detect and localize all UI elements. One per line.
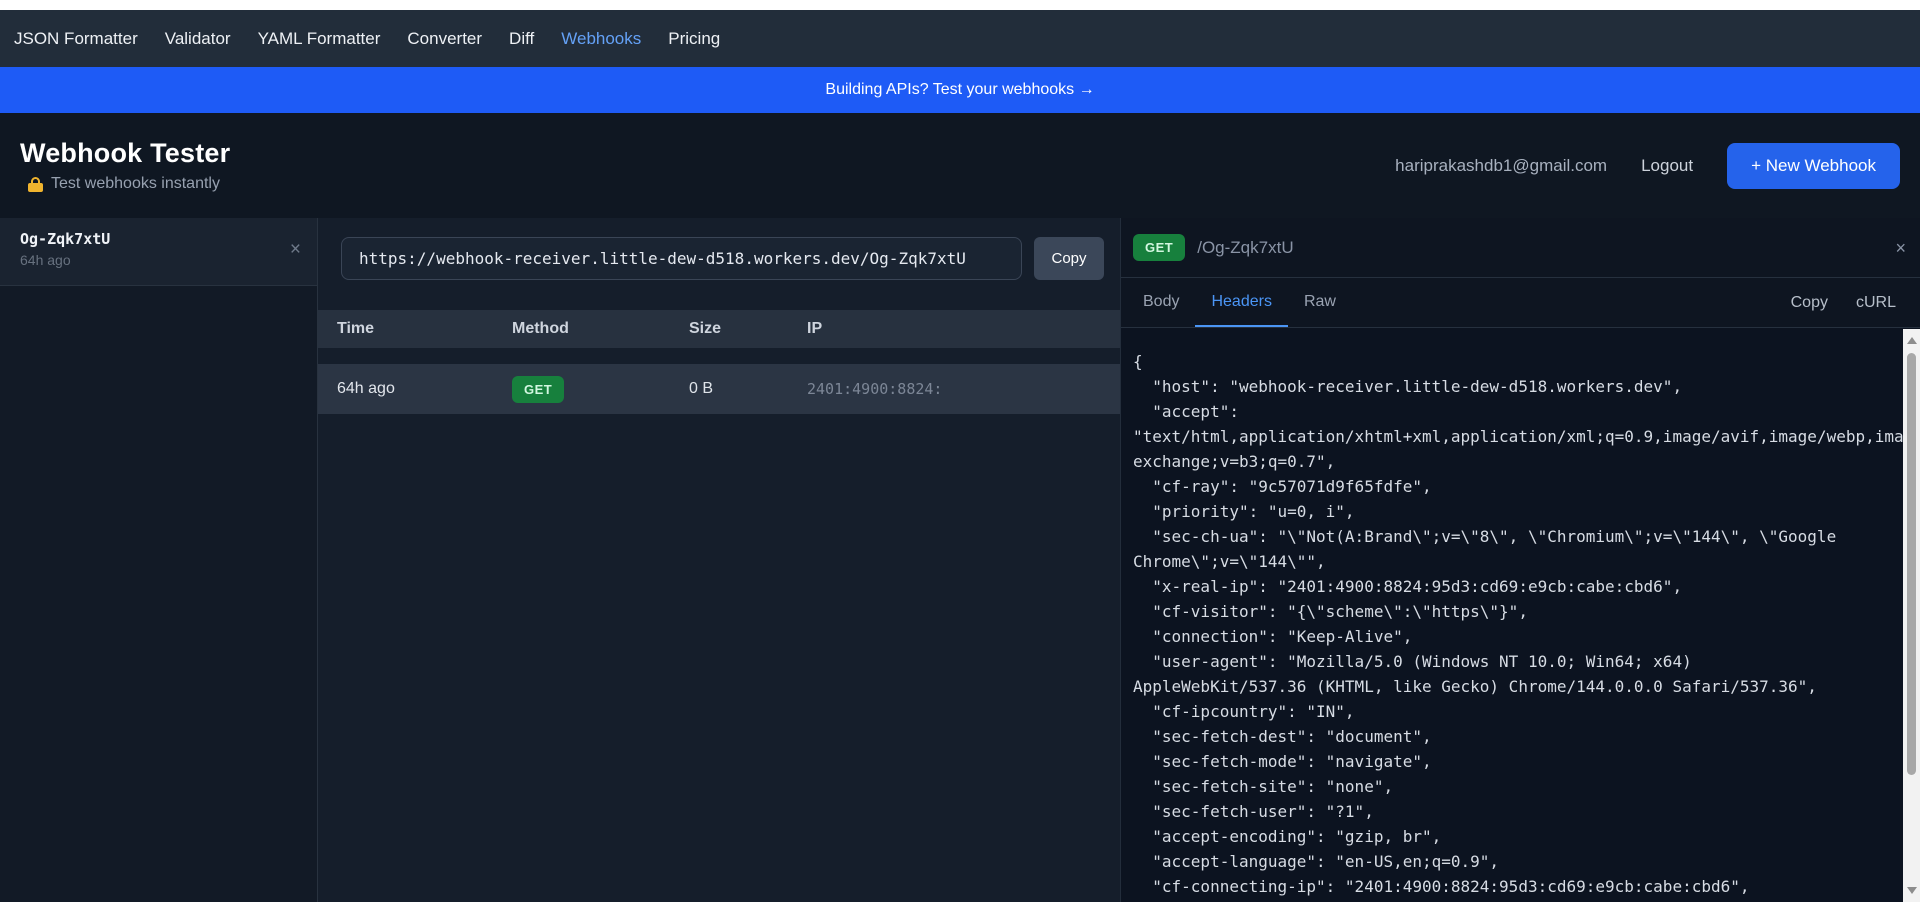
nav-pricing[interactable]: Pricing — [668, 29, 720, 49]
page-title: Webhook Tester — [20, 138, 230, 169]
header-right: hariprakashdb1@gmail.com Logout + New We… — [1395, 143, 1900, 189]
webhook-age: 64h ago — [20, 252, 301, 268]
promo-banner: Building APIs? Test your webhooks → — [0, 67, 1920, 113]
headers-json-viewport: { "host": "webhook-receiver.little-dew-d… — [1121, 329, 1903, 902]
detail-request-path: /Og-Zqk7xtU — [1197, 238, 1895, 258]
page-subtitle: Test webhooks instantly — [20, 175, 230, 193]
requests-panel: Copy Time Method Size IP 64h ago GET 0 B… — [318, 218, 1120, 902]
promo-banner-link[interactable]: Building APIs? Test your webhooks → — [825, 81, 1094, 99]
scroll-down-icon[interactable] — [1907, 887, 1917, 894]
tab-raw[interactable]: Raw — [1288, 278, 1352, 327]
detail-method-badge: GET — [1133, 234, 1185, 261]
sidebar-webhook-item[interactable]: Og-Zqk7xtU 64h ago × — [0, 218, 317, 286]
copy-headers-button[interactable]: Copy — [1777, 278, 1842, 327]
copy-url-button[interactable]: Copy — [1034, 237, 1104, 280]
request-detail-panel: GET /Og-Zqk7xtU × Body Headers Raw Copy … — [1120, 218, 1920, 902]
tab-headers[interactable]: Headers — [1195, 278, 1287, 327]
webhook-id: Og-Zqk7xtU — [20, 230, 301, 248]
column-ip: IP — [807, 320, 1120, 338]
logout-button[interactable]: Logout — [1641, 156, 1693, 176]
method-badge: GET — [512, 376, 564, 403]
webhook-delete-icon[interactable]: × — [290, 240, 301, 259]
tab-body[interactable]: Body — [1127, 278, 1195, 327]
top-navigation: JSON Formatter Validator YAML Formatter … — [0, 10, 1920, 67]
request-time: 64h ago — [337, 380, 512, 398]
vertical-scrollbar[interactable] — [1903, 329, 1920, 902]
webhook-url-input[interactable] — [341, 237, 1022, 280]
detail-close-icon[interactable]: × — [1895, 239, 1906, 257]
webhook-url-bar: Copy — [318, 218, 1120, 310]
nav-yaml-formatter[interactable]: YAML Formatter — [258, 29, 381, 49]
user-email: hariprakashdb1@gmail.com — [1395, 156, 1607, 176]
request-ip: 2401:4900:8824: — [807, 380, 1120, 398]
request-size: 0 B — [689, 380, 807, 398]
nav-diff[interactable]: Diff — [509, 29, 534, 49]
scrollbar-thumb[interactable] — [1907, 353, 1916, 775]
page-subtitle-text: Test webhooks instantly — [51, 175, 220, 193]
headers-json-content: { "host": "webhook-receiver.little-dew-d… — [1121, 329, 1903, 902]
request-method-cell: GET — [512, 376, 689, 403]
scroll-up-icon[interactable] — [1907, 337, 1917, 344]
column-size: Size — [689, 320, 807, 338]
lock-icon — [28, 177, 43, 192]
nav-json-formatter[interactable]: JSON Formatter — [14, 29, 138, 49]
detail-tabbar: Body Headers Raw Copy cURL — [1121, 278, 1920, 328]
column-time: Time — [337, 320, 512, 338]
new-webhook-button[interactable]: + New Webhook — [1727, 143, 1900, 189]
column-method: Method — [512, 320, 689, 338]
nav-converter[interactable]: Converter — [407, 29, 482, 49]
curl-button[interactable]: cURL — [1842, 278, 1910, 327]
webhook-sidebar: Og-Zqk7xtU 64h ago × — [0, 218, 318, 902]
app-header: Webhook Tester Test webhooks instantly h… — [0, 113, 1920, 218]
nav-validator[interactable]: Validator — [165, 29, 231, 49]
main-content: Og-Zqk7xtU 64h ago × Copy Time Method Si… — [0, 218, 1920, 902]
requests-table-header: Time Method Size IP — [318, 310, 1120, 348]
tabbar-spacer — [1352, 278, 1777, 327]
top-white-strip — [0, 0, 1920, 10]
detail-header: GET /Og-Zqk7xtU × — [1121, 218, 1920, 278]
title-block: Webhook Tester Test webhooks instantly — [20, 138, 230, 193]
nav-webhooks[interactable]: Webhooks — [561, 29, 641, 49]
webhook-tester-screen: JSON Formatter Validator YAML Formatter … — [0, 0, 1920, 902]
request-table-row[interactable]: 64h ago GET 0 B 2401:4900:8824: — [318, 364, 1120, 414]
